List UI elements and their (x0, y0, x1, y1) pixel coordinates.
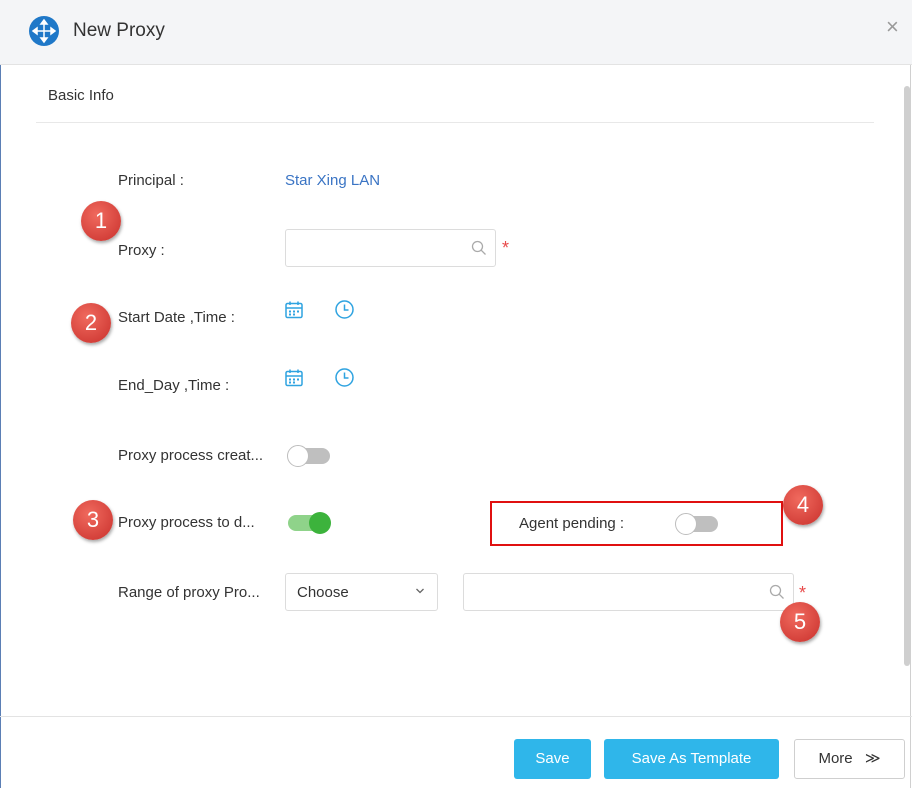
move-arrows-icon[interactable] (29, 16, 59, 46)
range-label: Range of proxy Pro... (118, 584, 260, 601)
proxy-create-toggle[interactable] (287, 445, 330, 467)
range-select-value: Choose (297, 584, 349, 601)
title-bar: New Proxy × (0, 0, 912, 65)
required-mark: * (502, 238, 510, 258)
calendar-icon[interactable] (284, 300, 304, 320)
annotation-badge: 1 (81, 201, 121, 241)
save-as-template-button[interactable]: Save As Template (604, 739, 779, 779)
principal-label: Principal : (118, 172, 184, 189)
end-date-label: End_Day ,Time : (118, 377, 230, 394)
range-select[interactable]: Choose (285, 573, 438, 611)
close-icon[interactable]: × (886, 16, 899, 38)
dialog-title: New Proxy (73, 20, 165, 41)
save-button[interactable]: Save (514, 739, 591, 779)
proxy-search-input[interactable] (285, 229, 496, 267)
start-date-label: Start Date ,Time : (118, 309, 235, 326)
agent-pending-highlight (490, 501, 783, 546)
search-icon[interactable] (471, 240, 487, 256)
section-title-basic-info: Basic Info (48, 87, 114, 104)
toggle-knob (309, 512, 331, 534)
annotation-badge: 2 (71, 303, 111, 343)
search-icon[interactable] (769, 584, 785, 600)
footer-divider (0, 716, 912, 717)
double-chevron-right-icon: ≫ (864, 750, 881, 767)
chevron-down-icon (416, 588, 424, 594)
proxy-label: Proxy : (118, 242, 165, 259)
annotation-badge: 3 (73, 500, 113, 540)
principal-value[interactable]: Star Xing LAN (285, 172, 380, 189)
required-mark: * (799, 583, 807, 603)
proxy-todo-label: Proxy process to d... (118, 514, 255, 531)
dialog-frame (0, 0, 911, 788)
more-label: More (818, 750, 853, 767)
toggle-knob (287, 445, 309, 467)
clock-icon[interactable] (334, 299, 355, 320)
vertical-scrollbar[interactable] (904, 86, 910, 666)
calendar-icon[interactable] (284, 368, 304, 388)
section-divider (36, 122, 874, 123)
proxy-create-label: Proxy process creat... (118, 447, 264, 464)
clock-icon[interactable] (334, 367, 355, 388)
annotation-badge: 4 (783, 485, 823, 525)
more-button[interactable]: More ≫ (794, 739, 905, 779)
range-search-input[interactable] (463, 573, 794, 611)
proxy-todo-toggle[interactable] (288, 512, 331, 534)
annotation-badge: 5 (780, 602, 820, 642)
